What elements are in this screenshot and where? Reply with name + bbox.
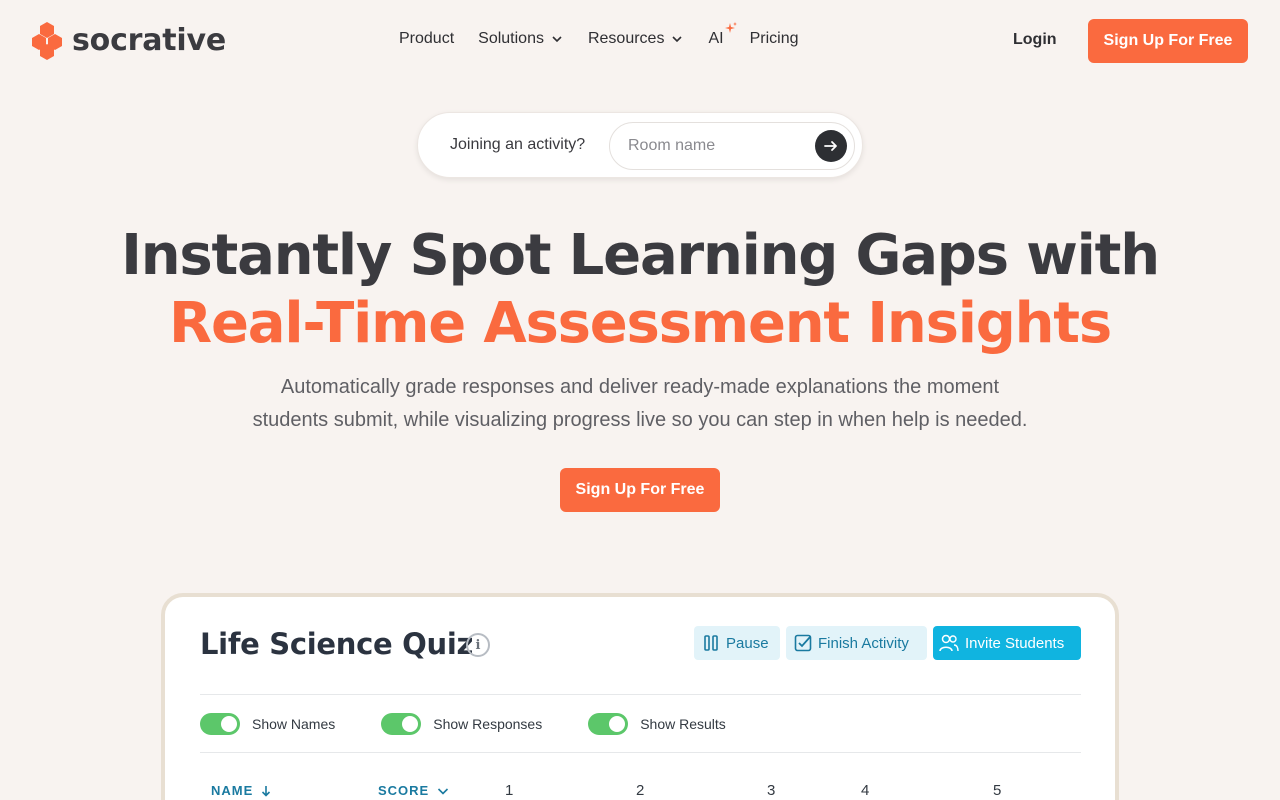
brand-name: socrative — [72, 22, 227, 58]
chevron-down-icon — [672, 36, 683, 43]
nav-ai[interactable]: AI — [708, 22, 737, 48]
checkbox-icon — [794, 634, 812, 652]
column-header-name[interactable]: NAME — [211, 783, 271, 798]
toggle-switch[interactable] — [200, 713, 240, 735]
column-score-label: SCORE — [378, 783, 430, 798]
users-icon — [939, 634, 959, 652]
hero-title-line1: Instantly Spot Learning Gaps with — [121, 223, 1160, 288]
column-header-score[interactable]: SCORE — [378, 783, 449, 798]
socrative-logo[interactable]: socrative — [30, 20, 226, 60]
quiz-dashboard-preview: Life Science Quiz i Pause Finish Activit… — [161, 593, 1119, 800]
arrow-right-icon — [824, 141, 837, 151]
pause-icon — [704, 635, 718, 651]
pause-button[interactable]: Pause — [694, 626, 780, 660]
toggle-show-responses[interactable]: Show Responses — [381, 713, 542, 735]
toggle-label: Show Names — [252, 716, 336, 732]
nav-resources[interactable]: Resources — [587, 30, 683, 48]
nav-signup-button[interactable]: Sign Up For Free — [1088, 19, 1248, 63]
quiz-title: Life Science Quiz — [200, 627, 474, 661]
divider — [200, 694, 1081, 695]
nav-solutions[interactable]: Solutions — [478, 30, 562, 48]
chevron-down-icon — [552, 36, 562, 43]
column-header-q4: 4 — [861, 782, 870, 799]
toggle-switch[interactable] — [381, 713, 422, 735]
arrow-down-icon — [262, 785, 271, 797]
join-submit-button[interactable] — [815, 130, 847, 162]
column-header-q3: 3 — [767, 782, 776, 799]
finish-label: Finish Activity — [818, 634, 909, 652]
toggle-label: Show Results — [640, 716, 726, 732]
top-nav: socrative Product Solutions Resources AI… — [0, 0, 1280, 82]
info-icon[interactable]: i — [466, 633, 490, 657]
nav-product-label: Product — [399, 30, 455, 47]
toggle-switch[interactable] — [588, 713, 629, 735]
chevron-down-icon — [438, 787, 449, 795]
pause-label: Pause — [726, 634, 769, 652]
nav-pricing[interactable]: Pricing — [750, 30, 799, 48]
finish-activity-button[interactable]: Finish Activity — [786, 626, 927, 660]
nav-ai-label: AI — [708, 30, 724, 47]
toggle-label: Show Responses — [433, 716, 543, 732]
join-label: Joining an activity? — [450, 136, 586, 153]
hero-subtitle-line1: Automatically grade responses and delive… — [280, 376, 1000, 398]
nav-solutions-label: Solutions — [478, 30, 544, 47]
column-header-q1: 1 — [505, 782, 514, 799]
nav-resources-label: Resources — [587, 30, 665, 47]
nav-pricing-label: Pricing — [749, 30, 799, 47]
toggle-show-results[interactable]: Show Results — [588, 713, 726, 735]
invite-label: Invite Students — [965, 634, 1065, 652]
column-header-q5: 5 — [993, 782, 1002, 799]
main-menu: Product Solutions Resources AI Pricing — [399, 22, 799, 48]
toggle-row: Show Names Show Responses Show Results — [200, 713, 726, 735]
invite-students-button[interactable]: Invite Students — [933, 626, 1081, 660]
join-activity-bar: Joining an activity? — [417, 112, 863, 178]
divider — [200, 752, 1081, 753]
column-header-q2: 2 — [636, 782, 645, 799]
column-name-label: NAME — [211, 783, 254, 798]
hero-signup-button[interactable]: Sign Up For Free — [560, 468, 720, 512]
hero-subtitle: Automatically grade responses and delive… — [200, 371, 1080, 437]
sparkle-icon — [724, 22, 737, 33]
toggle-show-names[interactable]: Show Names — [200, 713, 335, 735]
hexagon-logo-icon — [32, 22, 62, 60]
login-link[interactable]: Login — [1013, 31, 1057, 49]
hero-subtitle-line2: students submit, while visualizing progr… — [252, 409, 1028, 431]
nav-product[interactable]: Product — [399, 30, 454, 48]
hero-title-line2: Real-Time Assessment Insights — [169, 291, 1112, 356]
